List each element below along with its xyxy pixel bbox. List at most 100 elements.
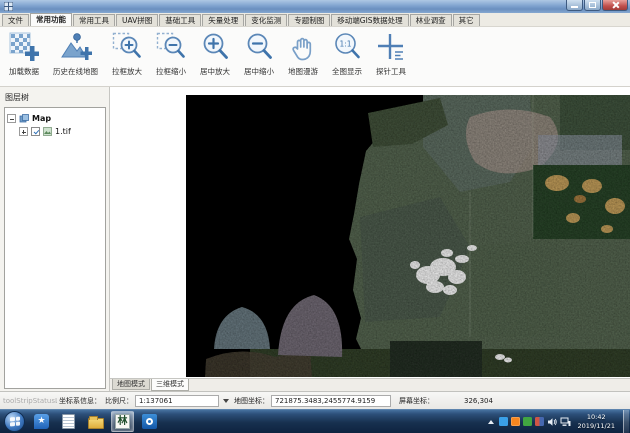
close-icon (611, 1, 619, 9)
center-zoom-out-icon (244, 31, 274, 62)
screen-coord-label: 屏幕坐标： (399, 396, 434, 406)
windows-taskbar: ★ 林 (0, 409, 630, 433)
close-button[interactable] (602, 0, 628, 11)
toolbar-label: 全图显示 (332, 66, 362, 77)
map-group-icon (19, 114, 29, 124)
box-zoom-in-icon (112, 31, 142, 62)
scale-input[interactable]: 1:137061 (135, 395, 219, 407)
maximize-icon (589, 2, 596, 8)
network-icon[interactable] (560, 417, 571, 427)
toolbar-label: 居中放大 (200, 66, 230, 77)
tab-vector-processing[interactable]: 矢量处理 (202, 14, 244, 26)
history-online-map-button[interactable]: 历史在线地图 (46, 30, 105, 78)
tree-node-layer[interactable]: 1.tif (7, 125, 103, 138)
box-zoom-out-icon (156, 31, 186, 62)
box-zoom-in-button[interactable]: 拉框放大 (105, 30, 149, 78)
scale-label: 比例尺： (105, 396, 133, 406)
tab-map-mode[interactable]: 地图模式 (112, 379, 150, 390)
clock[interactable]: 10:42 2019/11/21 (578, 413, 615, 431)
tree-node-label: 1.tif (55, 127, 71, 136)
layer-panel: 图层树 Map 1.tif (0, 87, 110, 391)
layer-panel-title: 图层树 (5, 92, 106, 103)
expand-icon[interactable] (19, 127, 28, 136)
tab-basic-tools[interactable]: 基础工具 (159, 14, 201, 26)
center-zoom-in-button[interactable]: 居中放大 (193, 30, 237, 78)
taskbar-notepad-app[interactable] (57, 411, 80, 432)
tab-change-monitoring[interactable]: 变化监测 (245, 14, 287, 26)
scale-dropdown-icon[interactable] (223, 399, 229, 403)
map-area: 地图模式 三维模式 (110, 87, 630, 391)
layer-visibility-checkbox[interactable] (31, 127, 40, 136)
map-coord-field[interactable]: 721875.3483,2455774.9159 (271, 395, 391, 407)
hidden-icons-arrow[interactable] (488, 420, 494, 424)
tray-orange-icon[interactable] (511, 417, 520, 426)
minimize-icon (571, 6, 578, 8)
main-toolbar: 加载数据 历史在线地图 拉框 (0, 27, 630, 87)
clock-date: 2019/11/21 (578, 422, 615, 431)
map-canvas[interactable] (110, 87, 630, 378)
full-extent-icon: 1:1 (332, 31, 362, 62)
collapse-icon[interactable] (7, 114, 16, 123)
probe-tool-button[interactable]: 探针工具 (369, 30, 413, 78)
toolbar-label: 拉框放大 (112, 66, 142, 77)
tray-blue-icon[interactable] (499, 417, 508, 426)
tray-green-icon[interactable] (523, 417, 532, 426)
map-pan-hand-icon (288, 31, 318, 62)
load-data-icon (9, 31, 39, 62)
svg-text:1:1: 1:1 (339, 40, 351, 49)
window-icon (4, 2, 13, 11)
app-window: 文件 常用功能 常用工具 UAV拼图 基础工具 矢量处理 变化监测 专题制图 移… (0, 0, 630, 433)
o-app-icon (142, 414, 157, 429)
folder-icon (88, 418, 104, 429)
toolbar-label: 加载数据 (9, 66, 39, 77)
status-bar: toolStripStatusLabel1 坐标系信息： 比例尺： 1:1370… (0, 391, 630, 409)
full-extent-button[interactable]: 1:1 全图显示 (325, 30, 369, 78)
tree-node-map[interactable]: Map (7, 112, 103, 125)
speaker-icon[interactable] (547, 417, 557, 427)
tab-forestry-survey[interactable]: 林业调查 (410, 14, 452, 26)
map-mode-tabs: 地图模式 三维模式 (110, 378, 630, 391)
forest-app-icon: 林 (115, 414, 130, 429)
start-button[interactable] (4, 411, 25, 432)
maximize-button[interactable] (584, 0, 601, 11)
satellite-imagery (110, 87, 630, 378)
tab-mobile-gis-processing[interactable]: 移动端GIS数据处理 (331, 14, 408, 26)
history-online-map-icon (60, 31, 92, 62)
taskbar-star-app[interactable]: ★ (30, 411, 53, 432)
tree-node-label: Map (32, 114, 51, 123)
system-tray: 10:42 2019/11/21 (488, 410, 629, 433)
toolbar-label: 历史在线地图 (53, 66, 98, 77)
map-coord-label: 地图坐标： (234, 396, 269, 406)
status-placeholder-label: toolStripStatusLabel1 (3, 397, 57, 405)
screen-coord-value: 326,304 (464, 397, 493, 405)
minimize-button[interactable] (566, 0, 583, 11)
notepad-icon (62, 414, 75, 429)
toolbar-label: 居中缩小 (244, 66, 274, 77)
toolbar-label: 拉框缩小 (156, 66, 186, 77)
tab-3d-mode[interactable]: 三维模式 (151, 379, 189, 391)
tab-thematic-mapping[interactable]: 专题制图 (288, 14, 330, 26)
content-area: 图层树 Map 1.tif (0, 87, 630, 391)
taskbar-forest-app[interactable]: 林 (111, 411, 134, 432)
taskbar-o-app[interactable] (138, 411, 161, 432)
tab-file[interactable]: 文件 (2, 14, 29, 26)
windows-logo-icon (10, 416, 20, 426)
center-zoom-out-button[interactable]: 居中缩小 (237, 30, 281, 78)
tab-uav-mosaic[interactable]: UAV拼图 (116, 14, 158, 26)
taskbar-explorer-app[interactable] (84, 411, 107, 432)
tray-flag-icon[interactable] (535, 417, 544, 426)
clock-time: 10:42 (578, 413, 615, 422)
tab-common-functions[interactable]: 常用功能 (30, 13, 72, 26)
center-zoom-in-icon (200, 31, 230, 62)
layer-tree[interactable]: Map 1.tif (4, 107, 106, 389)
tab-other[interactable]: 其它 (453, 14, 480, 26)
map-pan-button[interactable]: 地图漫游 (281, 30, 325, 78)
box-zoom-out-button[interactable]: 拉框缩小 (149, 30, 193, 78)
tab-common-tools[interactable]: 常用工具 (73, 14, 115, 26)
raster-layer-icon (43, 127, 52, 136)
toolbar-label: 探针工具 (376, 66, 406, 77)
menu-tab-strip: 文件 常用功能 常用工具 UAV拼图 基础工具 矢量处理 变化监测 专题制图 移… (0, 13, 630, 27)
load-data-button[interactable]: 加载数据 (2, 30, 46, 78)
star-app-icon: ★ (34, 414, 49, 429)
show-desktop-button[interactable] (623, 410, 629, 433)
